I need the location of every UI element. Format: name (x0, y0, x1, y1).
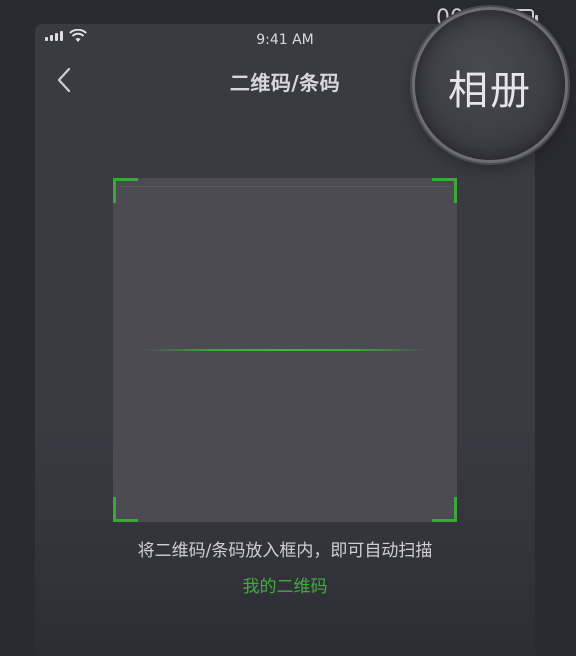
album-label: 相册 (448, 68, 532, 114)
corner-marker-bottom-right (432, 497, 457, 522)
scan-line (143, 349, 427, 351)
corner-marker-top-right (432, 178, 457, 203)
scan-hint: 将二维码/条码放入框内，即可自动扫描 (137, 541, 433, 561)
corner-marker-top-left (113, 178, 138, 203)
corner-marker-bottom-left (113, 497, 138, 522)
scan-frame-border (121, 186, 449, 187)
album-button[interactable]: 相册 (415, 10, 565, 160)
screen: 9:41 AM 00% 二维码/条码 将二维码/条码放入框内，即可自动扫描 我的… (0, 0, 576, 656)
my-qr-code-link[interactable]: 我的二维码 (35, 572, 535, 597)
scan-frame (113, 178, 457, 522)
